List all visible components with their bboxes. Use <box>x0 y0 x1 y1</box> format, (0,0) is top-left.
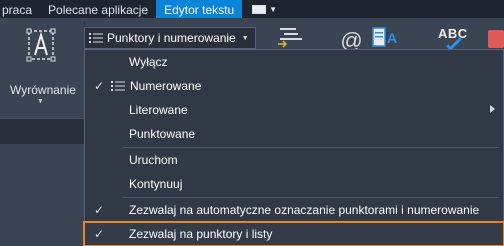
bulleted-list-icon <box>89 33 103 43</box>
numbered-list-icon <box>111 81 125 91</box>
ribbon-tab-bar: praca Polecane aplikacje Edytor tekstu ▼ <box>0 0 504 18</box>
tab-overflow-dropdown[interactable]: ▼ <box>242 0 287 18</box>
bullets-numbering-label: Punktory i numerowanie <box>107 31 236 45</box>
menu-item-label: Kontynuuj <box>129 177 183 191</box>
menu-item-label: Numerowane <box>130 79 202 93</box>
alignment-button[interactable]: Wyrównanie ▼ <box>0 18 84 118</box>
checkmark-icon: ✓ <box>94 79 105 93</box>
tab-edytor-tekstu[interactable]: Edytor tekstu <box>156 0 243 18</box>
paragraph-icon[interactable] <box>276 26 306 48</box>
menu-item-restart[interactable]: Uruchom <box>85 148 503 172</box>
menu-item-bulleted[interactable]: Punktowane <box>85 122 503 146</box>
tab-polecane-aplikacje[interactable]: Polecane aplikacje <box>40 0 156 18</box>
chevron-down-icon: ▼ <box>37 98 44 105</box>
chevron-down-icon: ▼ <box>269 5 278 14</box>
menu-item-label: Zezwalaj na punktory i listy <box>129 227 273 241</box>
menu-item-off[interactable]: Wyłącz <box>85 50 503 74</box>
checkmark-icon: ✓ <box>94 203 105 217</box>
menu-item-allow-auto-bullets[interactable]: ✓ Zezwalaj na automatyczne oznaczanie pu… <box>85 198 503 222</box>
bullets-numbering-dropdown-button[interactable]: Punktory i numerowanie ▼ <box>84 27 256 49</box>
menu-item-label: Zezwalaj na automatyczne oznaczanie punk… <box>129 203 480 217</box>
menu-item-continue[interactable]: Kontynuuj <box>85 172 503 196</box>
tab-label: Polecane aplikacje <box>48 3 149 17</box>
menu-item-lettered[interactable]: Literowane <box>85 98 503 122</box>
menu-item-label: Wyłącz <box>129 55 168 69</box>
alignment-label: Wyrównanie <box>10 83 76 97</box>
tab-label: Edytor tekstu <box>164 3 235 17</box>
menu-item-allow-bullets-lists[interactable]: ✓ Zezwalaj na punktory i listy <box>83 221 504 246</box>
ribbon-panel-title-bar <box>0 118 84 144</box>
menu-item-label: Literowane <box>129 103 188 117</box>
panel-toggle-icon <box>252 5 267 14</box>
bullets-numbering-menu: Wyłącz ✓ Numerowane Literowane Punktowan… <box>83 49 504 246</box>
text-align-icon <box>26 28 56 62</box>
menu-item-numbered[interactable]: ✓ Numerowane <box>85 74 503 98</box>
tab-praca[interactable]: praca <box>0 0 40 18</box>
tab-label: praca <box>2 3 33 17</box>
chevron-down-icon: ▼ <box>241 34 249 42</box>
workspace-area <box>0 144 84 246</box>
field-icon[interactable]: A <box>372 26 402 48</box>
menu-item-label: Punktowane <box>129 127 196 141</box>
edit-tool-icon[interactable] <box>488 30 504 48</box>
chevron-right-icon <box>490 105 495 113</box>
svg-text:A: A <box>387 30 397 46</box>
checkmark-icon: ✓ <box>94 227 105 241</box>
menu-item-label: Uruchom <box>129 153 178 167</box>
